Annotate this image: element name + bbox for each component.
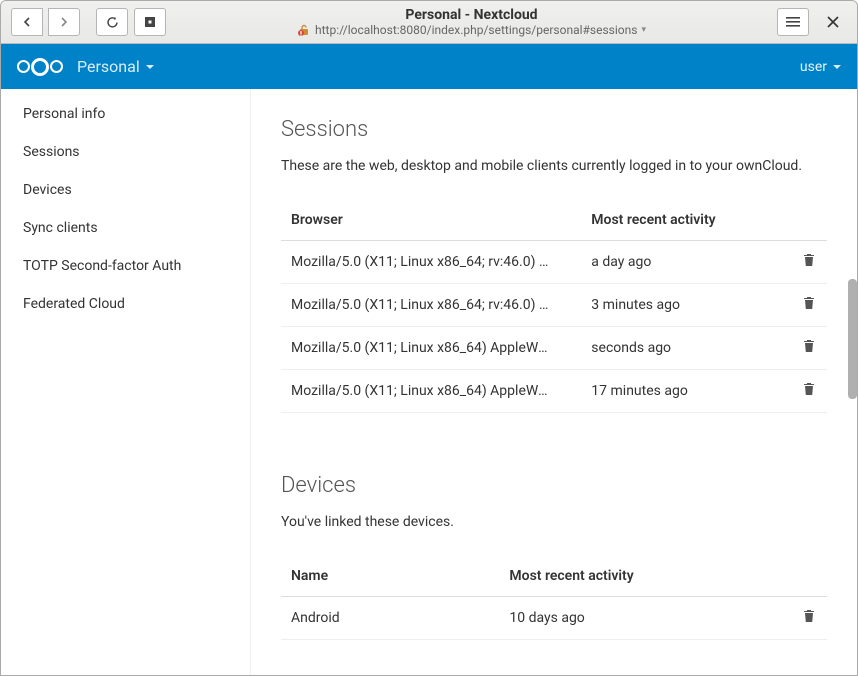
user-menu[interactable]: user — [800, 59, 841, 75]
sidebar-item-label: Sync clients — [23, 220, 98, 236]
trash-icon[interactable] — [801, 381, 817, 397]
section-description: You've linked these devices. — [281, 514, 827, 530]
scrollbar-thumb[interactable] — [848, 279, 857, 399]
sessions-table: Browser Most recent activity Mozilla/5.0… — [281, 200, 827, 413]
cell-browser: Mozilla/5.0 (X11; Linux x86_64) AppleWeb… — [291, 340, 551, 356]
sidebar-item-label: Federated Cloud — [23, 296, 125, 312]
col-header-action — [772, 556, 827, 597]
user-label: user — [800, 59, 827, 75]
sidebar: Personal info Sessions Devices Sync clie… — [1, 89, 251, 675]
sidebar-item-label: Personal info — [23, 106, 105, 122]
breadcrumb[interactable]: Personal — [77, 57, 154, 76]
cell-activity: a day ago — [581, 241, 772, 284]
titlebar-right — [777, 8, 847, 36]
insecure-connection-icon — [297, 23, 311, 37]
sidebar-item-devices[interactable]: Devices — [1, 171, 250, 209]
col-header-activity: Most recent activity — [499, 556, 772, 597]
reload-button[interactable] — [96, 8, 128, 36]
table-row: Android10 days ago — [281, 597, 827, 640]
sessions-section: Sessions These are the web, desktop and … — [281, 117, 827, 413]
col-header-activity: Most recent activity — [581, 200, 772, 241]
breadcrumb-label: Personal — [77, 57, 140, 76]
sidebar-item-label: TOTP Second-factor Auth — [23, 258, 181, 274]
col-header-browser: Browser — [281, 200, 581, 241]
sidebar-item-totp[interactable]: TOTP Second-factor Auth — [1, 247, 250, 285]
cell-activity: 3 minutes ago — [581, 284, 772, 327]
devices-section: Devices You've linked these devices. Nam… — [281, 473, 827, 640]
url-dropdown-caret[interactable]: ▾ — [641, 25, 646, 35]
table-row: Mozilla/5.0 (X11; Linux x86_64) AppleWeb… — [281, 370, 827, 413]
titlebar-center: Personal - Nextcloud http://localhost:80… — [172, 7, 771, 37]
sidebar-item-federated-cloud[interactable]: Federated Cloud — [1, 285, 250, 323]
url-bar[interactable]: http://localhost:8080/index.php/settings… — [297, 23, 646, 37]
col-header-action — [772, 200, 827, 241]
main-content: Sessions These are the web, desktop and … — [251, 89, 857, 675]
cell-activity: 17 minutes ago — [581, 370, 772, 413]
devices-table: Name Most recent activity Android10 days… — [281, 556, 827, 640]
window-title: Personal - Nextcloud — [405, 7, 537, 23]
close-button[interactable] — [819, 9, 847, 36]
app-header: Personal user — [1, 44, 857, 89]
trash-icon[interactable] — [801, 295, 817, 311]
cell-browser: Mozilla/5.0 (X11; Linux x86_64; rv:46.0)… — [291, 297, 551, 313]
sidebar-item-sync-clients[interactable]: Sync clients — [1, 209, 250, 247]
body-area: Personal info Sessions Devices Sync clie… — [1, 89, 857, 675]
table-row: Mozilla/5.0 (X11; Linux x86_64) AppleWeb… — [281, 327, 827, 370]
forward-button[interactable] — [48, 8, 80, 36]
sidebar-item-label: Sessions — [23, 144, 80, 160]
table-row: Mozilla/5.0 (X11; Linux x86_64; rv:46.0)… — [281, 284, 827, 327]
cell-browser: Mozilla/5.0 (X11; Linux x86_64; rv:46.0)… — [291, 254, 551, 270]
cell-name: Android — [281, 597, 499, 640]
logo-circle-icon — [31, 58, 49, 76]
logo-circle-icon — [17, 60, 30, 73]
chevron-down-icon — [833, 65, 841, 69]
section-title: Devices — [281, 473, 827, 498]
col-header-name: Name — [281, 556, 499, 597]
menu-button[interactable] — [777, 8, 809, 36]
sidebar-item-personal-info[interactable]: Personal info — [1, 95, 250, 133]
trash-icon[interactable] — [801, 338, 817, 354]
trash-icon[interactable] — [801, 608, 817, 624]
browser-window: Personal - Nextcloud http://localhost:80… — [0, 0, 858, 676]
section-description: These are the web, desktop and mobile cl… — [281, 158, 827, 174]
cell-activity: 10 days ago — [499, 597, 772, 640]
back-button[interactable] — [11, 8, 43, 36]
logo-circle-icon — [50, 60, 63, 73]
chevron-down-icon — [146, 65, 154, 69]
sidebar-item-label: Devices — [23, 182, 72, 198]
section-title: Sessions — [281, 117, 827, 142]
table-row: Mozilla/5.0 (X11; Linux x86_64; rv:46.0)… — [281, 241, 827, 284]
nav-button-group — [11, 8, 80, 36]
url-text: http://localhost:8080/index.php/settings… — [315, 23, 637, 37]
home-button[interactable] — [134, 8, 166, 36]
titlebar: Personal - Nextcloud http://localhost:80… — [1, 1, 857, 44]
sidebar-item-sessions[interactable]: Sessions — [1, 133, 250, 171]
cell-browser: Mozilla/5.0 (X11; Linux x86_64) AppleWeb… — [291, 383, 551, 399]
trash-icon[interactable] — [801, 252, 817, 268]
cell-activity: seconds ago — [581, 327, 772, 370]
nextcloud-logo[interactable] — [17, 58, 63, 76]
